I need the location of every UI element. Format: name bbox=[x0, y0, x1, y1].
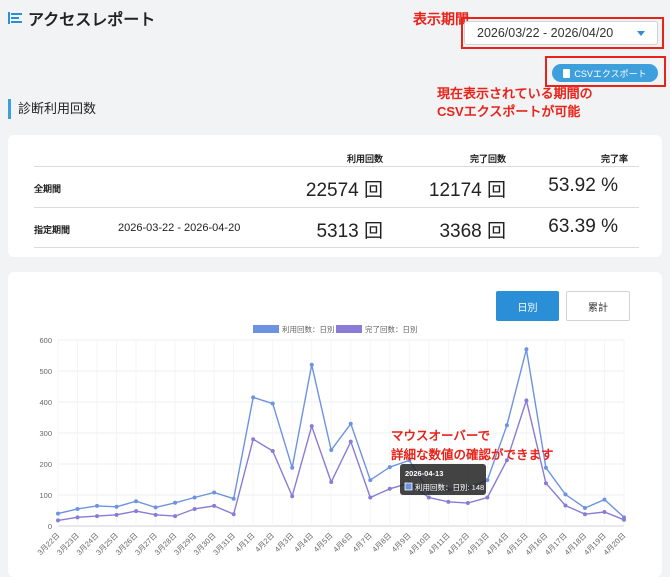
tooltip-text: 利用回数：日別: 148 bbox=[415, 482, 484, 492]
x-tick-label: 4月7日 bbox=[351, 531, 374, 554]
data-point[interactable] bbox=[602, 510, 607, 515]
tooltip-swatch bbox=[404, 482, 413, 491]
data-point[interactable] bbox=[231, 512, 236, 517]
x-tick-label: 4月1日 bbox=[234, 531, 257, 554]
legend-label-completed: 完了回数：日別 bbox=[365, 324, 418, 334]
y-tick-label: 400 bbox=[39, 398, 52, 407]
data-point[interactable] bbox=[582, 506, 587, 511]
data-point[interactable] bbox=[582, 512, 587, 517]
data-point[interactable] bbox=[95, 514, 100, 519]
data-point[interactable] bbox=[153, 512, 158, 517]
data-point[interactable] bbox=[329, 448, 334, 453]
data-point[interactable] bbox=[602, 497, 607, 502]
y-tick-label: 0 bbox=[48, 522, 52, 531]
y-tick-label: 100 bbox=[39, 491, 52, 500]
data-point[interactable] bbox=[368, 478, 373, 483]
annotation-hover-note-line2: 詳細な数値の確認ができます bbox=[391, 447, 554, 462]
data-point[interactable] bbox=[192, 495, 197, 500]
data-point[interactable] bbox=[504, 423, 509, 428]
data-point[interactable] bbox=[309, 424, 314, 429]
legend-swatch-uses bbox=[253, 325, 279, 333]
data-point[interactable] bbox=[309, 362, 314, 367]
data-point[interactable] bbox=[290, 465, 295, 470]
data-point[interactable] bbox=[192, 506, 197, 511]
data-point[interactable] bbox=[56, 518, 60, 523]
legend-label-uses: 利用回数：日別 bbox=[282, 324, 335, 334]
data-point[interactable] bbox=[543, 481, 548, 486]
data-point[interactable] bbox=[75, 515, 80, 520]
data-point[interactable] bbox=[290, 494, 295, 499]
data-point[interactable] bbox=[348, 439, 353, 444]
x-tick-label: 4月4日 bbox=[292, 531, 315, 554]
data-point[interactable] bbox=[563, 503, 568, 508]
data-point[interactable] bbox=[56, 511, 60, 516]
data-point[interactable] bbox=[485, 495, 490, 500]
data-point[interactable] bbox=[75, 506, 80, 511]
data-point[interactable] bbox=[251, 437, 256, 442]
annotation-hover-note-line1: マウスオーバーで bbox=[391, 429, 490, 443]
data-point[interactable] bbox=[114, 504, 119, 509]
y-tick-label: 300 bbox=[39, 429, 52, 438]
chart-tooltip: 2026-04-13 利用回数：日別: 148 bbox=[400, 464, 486, 495]
data-point[interactable] bbox=[348, 421, 353, 426]
data-point[interactable] bbox=[426, 495, 431, 500]
line-chart: 01002003004005006003月22日3月23日3月24日3月25日3… bbox=[36, 324, 628, 557]
data-point[interactable] bbox=[270, 448, 275, 453]
y-tick-label: 600 bbox=[39, 336, 52, 345]
data-point[interactable] bbox=[212, 503, 217, 508]
annotation-hover-note: マウスオーバーで 詳細な数値の確認ができます bbox=[391, 429, 554, 462]
data-point[interactable] bbox=[134, 499, 139, 504]
x-tick-label: 4月2日 bbox=[253, 531, 276, 554]
data-point[interactable] bbox=[114, 512, 119, 517]
data-point[interactable] bbox=[543, 465, 548, 470]
data-point[interactable] bbox=[387, 486, 392, 491]
data-point[interactable] bbox=[387, 465, 392, 470]
x-tick-label: 4月6日 bbox=[331, 531, 354, 554]
y-tick-label: 200 bbox=[39, 460, 52, 469]
data-point[interactable] bbox=[270, 401, 275, 406]
x-tick-label: 4月20日 bbox=[602, 531, 628, 557]
data-point[interactable] bbox=[173, 514, 178, 519]
data-point[interactable] bbox=[329, 479, 334, 484]
data-point[interactable] bbox=[446, 499, 451, 504]
tooltip-title: 2026-04-13 bbox=[405, 469, 443, 478]
data-point[interactable] bbox=[173, 500, 178, 505]
x-tick-label: 4月3日 bbox=[273, 531, 296, 554]
data-point[interactable] bbox=[251, 395, 256, 400]
data-point[interactable] bbox=[212, 490, 217, 495]
data-point[interactable] bbox=[134, 509, 139, 514]
data-point[interactable] bbox=[622, 517, 626, 522]
data-point[interactable] bbox=[563, 492, 568, 497]
x-tick-label: 3月31日 bbox=[211, 531, 237, 557]
data-point[interactable] bbox=[524, 398, 529, 403]
data-point[interactable] bbox=[524, 347, 529, 352]
data-point[interactable] bbox=[95, 503, 100, 508]
x-tick-label: 4月5日 bbox=[312, 531, 335, 554]
legend-swatch-completed bbox=[336, 325, 362, 333]
data-point[interactable] bbox=[368, 495, 373, 500]
data-point[interactable] bbox=[153, 505, 158, 510]
x-tick-label: 4月8日 bbox=[370, 531, 393, 554]
data-point[interactable] bbox=[465, 501, 470, 506]
data-point[interactable] bbox=[231, 496, 236, 501]
y-tick-label: 500 bbox=[39, 367, 52, 376]
